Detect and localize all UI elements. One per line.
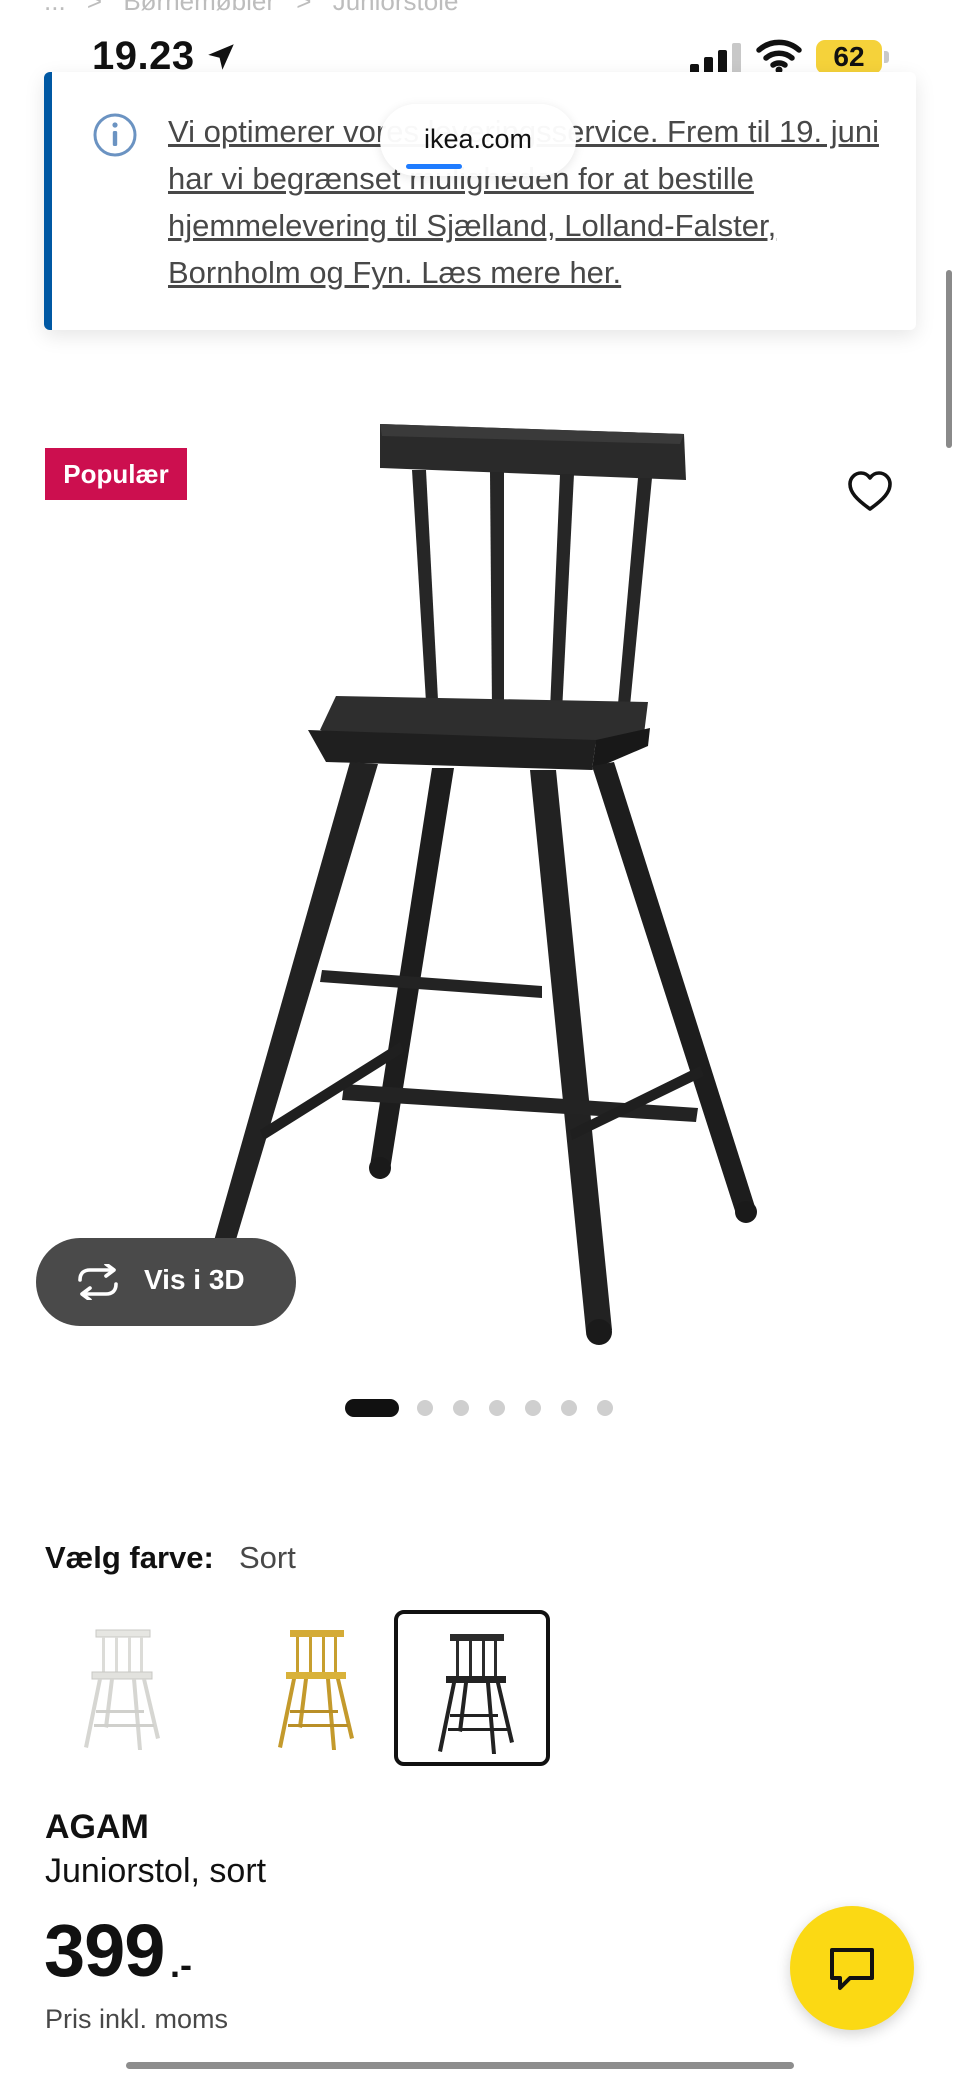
rotate-3d-icon [78,1264,118,1300]
carousel-dot-6[interactable] [561,1400,577,1416]
product-image-chair[interactable] [200,410,780,1350]
info-icon [93,113,137,157]
heart-icon[interactable] [846,468,894,516]
battery-indicator: 62 [816,40,890,74]
color-swatch-yellow[interactable] [238,1610,394,1766]
wifi-icon [756,39,802,74]
url-text: ikea.com [423,124,533,154]
product-description: Juniorstol, sort [45,1852,267,1890]
color-swatch-black[interactable] [394,1610,550,1766]
battery-level: 62 [833,41,865,72]
location-arrow-icon [208,44,234,70]
chair-thumbnail-white [84,1629,160,1750]
home-indicator[interactable] [126,2062,794,2069]
carousel-dot-3[interactable] [453,1400,469,1416]
carousel-dot-5[interactable] [525,1400,541,1416]
popular-badge: Populær [45,448,187,500]
page-load-progress [406,164,462,169]
view-in-3d-label: Vis i 3D [144,1264,245,1295]
carousel-dot-2[interactable] [417,1400,433,1416]
product-name: AGAM [45,1808,149,1846]
chair-thumbnail-black [438,1634,514,1754]
chat-button[interactable] [790,1906,914,2030]
scrollbar[interactable] [946,270,952,448]
chair-thumbnail-yellow [278,1630,354,1750]
color-select-label: Vælg farve: [45,1540,214,1575]
selected-color-value: Sort [239,1540,296,1575]
chat-icon [830,1948,874,1990]
carousel-dot-1[interactable] [345,1399,399,1417]
view-in-3d-button[interactable]: Vis i 3D [36,1238,296,1326]
color-swatch-white[interactable] [44,1610,200,1766]
cellular-signal-icon [690,43,741,74]
carousel-dot-7[interactable] [597,1400,613,1416]
carousel-dot-4[interactable] [489,1400,505,1416]
price-note: Pris inkl. moms [45,2004,229,2034]
price-suffix: .- [170,1944,192,1985]
product-price: 399 [44,1909,165,1992]
browser-url-bar[interactable]: ikea.com [380,104,576,176]
